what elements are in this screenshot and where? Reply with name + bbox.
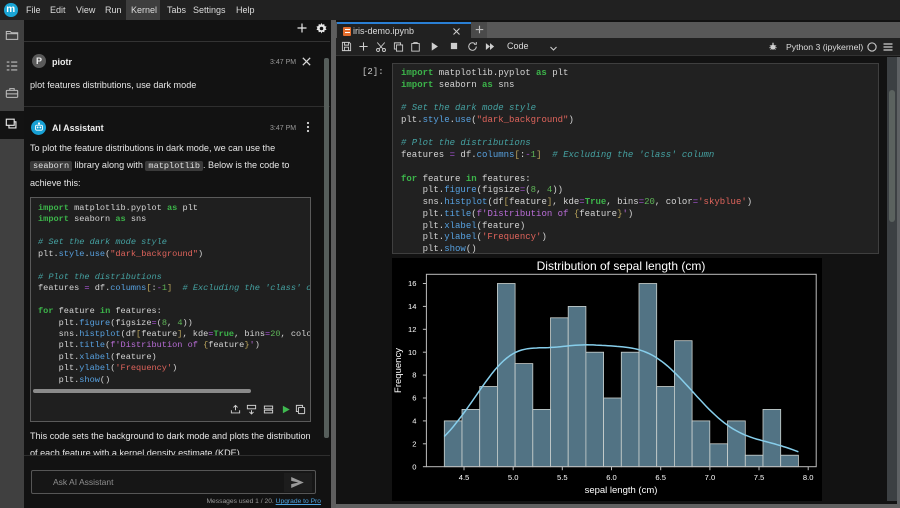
svg-text:sepal length (cm): sepal length (cm)	[585, 485, 658, 496]
svg-text:6.0: 6.0	[606, 473, 617, 482]
svg-text:4.5: 4.5	[459, 473, 470, 482]
svg-text:10: 10	[408, 348, 416, 357]
svg-text:5.0: 5.0	[508, 473, 519, 482]
svg-text:8: 8	[412, 371, 416, 380]
svg-text:7.5: 7.5	[754, 473, 765, 482]
svg-text:Distribution of sepal length (: Distribution of sepal length (cm)	[537, 259, 706, 273]
svg-text:7.0: 7.0	[705, 473, 716, 482]
svg-text:Frequency: Frequency	[393, 348, 404, 393]
svg-text:5.5: 5.5	[557, 473, 568, 482]
svg-text:14: 14	[408, 302, 416, 311]
svg-text:6: 6	[412, 394, 416, 403]
svg-text:12: 12	[408, 325, 416, 334]
svg-text:4: 4	[412, 417, 416, 426]
svg-text:0: 0	[412, 462, 416, 471]
svg-text:16: 16	[408, 279, 416, 288]
svg-text:6.5: 6.5	[655, 473, 666, 482]
svg-text:2: 2	[412, 439, 416, 448]
svg-text:8.0: 8.0	[803, 473, 814, 482]
